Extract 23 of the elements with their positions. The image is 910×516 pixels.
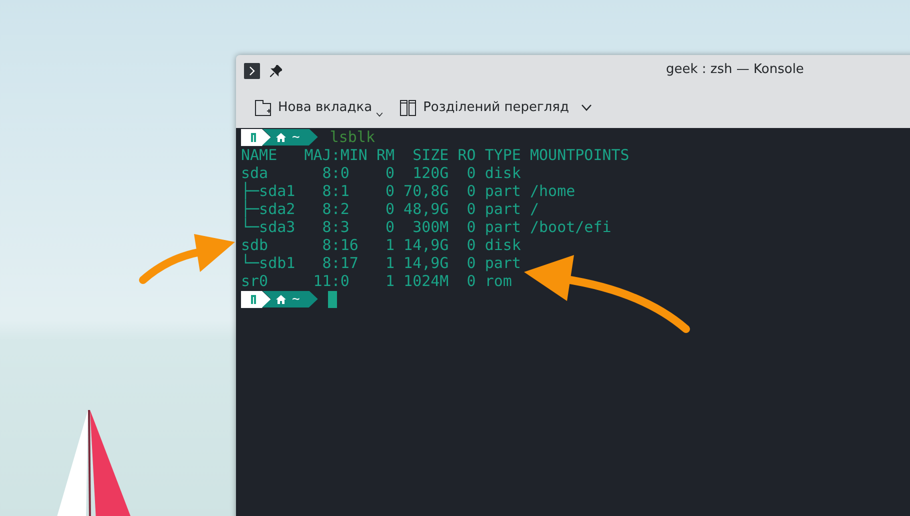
split-view-icon — [399, 98, 418, 116]
split-view-button[interactable]: Розділений перегляд — [397, 94, 594, 120]
prompt-path-segment: ~ — [262, 128, 318, 146]
distro-logo-icon — [241, 128, 271, 146]
output-line: sdb 8:16 1 14,9G 0 disk — [241, 236, 522, 254]
output-line: └─sdb1 8:17 1 14,9G 0 part — [241, 254, 522, 272]
pin-icon[interactable] — [270, 65, 282, 77]
prompt-path-segment: ~ — [262, 290, 318, 308]
distro-logo-icon — [241, 290, 271, 308]
output-line: └─sda3 8:3 0 300M 0 part /boot/efi — [241, 218, 612, 236]
terminal-app-icon — [244, 63, 260, 79]
output-line: ├─sda2 8:2 0 48,9G 0 part / — [241, 200, 540, 218]
output-line: sda 8:0 0 120G 0 disk — [241, 164, 522, 182]
new-tab-button[interactable]: Нова вкладка — [252, 94, 386, 120]
new-tab-icon — [254, 98, 272, 116]
terminal-area[interactable] — [236, 128, 910, 516]
output-line: sr0 11:0 1 1024M 0 rom — [241, 272, 513, 290]
window-title: geek : zsh — Konsole — [666, 62, 804, 77]
home-icon — [276, 132, 286, 142]
command-text: lsblk — [330, 128, 375, 146]
output-line: NAME MAJ:MIN RM SIZE RO TYPE MOUNTPOINTS — [241, 146, 630, 164]
output-line: ├─sda1 8:1 0 70,8G 0 part /home — [241, 182, 576, 200]
home-icon — [276, 294, 286, 304]
